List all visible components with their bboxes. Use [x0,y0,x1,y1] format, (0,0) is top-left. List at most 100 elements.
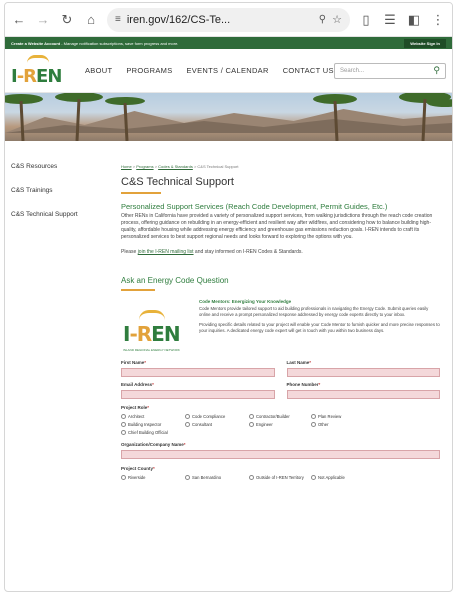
code-mentor-block: I-REN INLAND REGIONAL ENERGY NETWORK Cod… [121,299,440,352]
county-option[interactable]: San Bernardino [185,475,245,480]
media-icon[interactable]: ☰ [382,12,398,28]
radio-button[interactable] [121,475,126,480]
address-bar[interactable]: ≡ iren.gov/162/CS-Te... ⚲ ☆ [107,7,350,32]
main-nav: I-REN ABOUT PROGRAMS EVENTS / CALENDAR C… [5,49,452,93]
breadcrumb-codes-standards[interactable]: Codes & Standards [158,164,193,169]
breadcrumb-current: C&S Technical Support [197,164,239,169]
radio-button[interactable] [185,422,190,427]
mentor-paragraph-1: Code Mentors provide tailored support to… [199,306,429,317]
project-county-label: Project County* [121,466,155,471]
radio-button[interactable] [311,475,316,480]
breadcrumb-home[interactable]: Home [121,164,132,169]
name-row: First Name* Last Name* [121,360,440,377]
project-role-label: Project Role* [121,405,150,410]
iren-logo[interactable]: I-REN [11,54,73,87]
org-field[interactable] [121,450,440,459]
nav-about[interactable]: ABOUT [85,66,112,75]
ask-question-heading: Ask an Energy Code Question [121,276,229,285]
breadcrumb: Home > Programs > Codes & Standards > C&… [121,164,239,169]
logo-tagline: INLAND REGIONAL ENERGY NETWORK [123,348,180,352]
mailing-list-paragraph: Please join the I-REN mailing list and s… [121,249,303,255]
sidebar-item-cs-technical-support[interactable]: C&S Technical Support [11,211,113,218]
county-option[interactable]: Riverside [121,475,181,480]
role-option[interactable]: Architect [121,414,181,419]
phone-group: Phone Number* [286,382,440,399]
url-text: iren.gov/162/CS-Te... [126,13,231,26]
county-option[interactable]: Outside of I-REN Territory [249,475,307,480]
menu-dots-icon[interactable]: ⋮ [430,12,446,28]
phone-field[interactable] [286,390,440,399]
account-banner-text: Create a Website Account - Manage notifi… [11,40,179,46]
sidebar-nav: C&S Resources C&S Trainings C&S Technica… [5,141,113,480]
radio-button[interactable] [249,422,254,427]
last-name-label: Last Name* [286,360,312,365]
mentor-paragraph-2: Providing specific details related to yo… [199,322,440,333]
page-title: C&S Technical Support [121,176,234,188]
bookmark-star-icon[interactable]: ☆ [332,13,342,26]
first-name-group: First Name* [121,360,275,377]
account-banner: Create a Website Account - Manage notifi… [5,37,452,49]
first-name-field[interactable] [121,368,275,377]
org-label: Organization/Company Name* [121,442,186,447]
project-role-options: Architect Code Compliance Contractor/Bui… [121,414,440,435]
forward-arrow-icon[interactable]: → [35,12,51,27]
intro-paragraph: Other RENs in California have provided a… [121,213,433,240]
role-option[interactable]: Plan Review [311,414,371,419]
search-input[interactable]: Search... ⚲ [334,62,446,79]
page-content: C&S Resources C&S Trainings C&S Technica… [5,141,452,480]
role-option[interactable]: Chief Building Official [121,430,181,435]
last-name-group: Last Name* [286,360,440,377]
email-field[interactable] [121,390,275,399]
reload-icon[interactable]: ↻ [59,12,75,28]
back-arrow-icon[interactable]: ← [11,12,27,27]
role-option[interactable]: Contractor/Builder [249,414,307,419]
palm-trees-graphic [5,93,452,141]
website-signin-button[interactable]: Website Sign In [404,38,446,48]
last-name-field[interactable] [286,368,440,377]
role-option[interactable]: Consultant [185,422,245,427]
radio-button[interactable] [249,475,254,480]
browser-toolbar: ← → ↻ ⌂ ≡ iren.gov/162/CS-Te... ⚲ ☆ ▯ ☰ … [5,3,452,37]
extensions-icon[interactable]: ▯ [358,12,374,28]
logo-large-text: I-REN [123,322,181,346]
project-role-group: Project Role* Architect Code Compliance … [121,405,440,435]
breadcrumb-programs[interactable]: Programs [136,164,153,169]
role-option[interactable]: Engineer [249,422,307,427]
project-county-options: Riverside San Bernardino Outside of I-RE… [121,475,440,480]
role-option[interactable]: Other [311,422,371,427]
mentor-text: Code Mentors: Energizing Your Knowledge … [199,299,440,352]
logo-text: I-REN [11,65,62,87]
radio-button[interactable] [311,414,316,419]
mentor-heading: Code Mentors: Energizing Your Knowledge [199,299,292,304]
mailing-list-link[interactable]: join the I-REN mailing list [138,249,194,255]
first-name-label: First Name* [121,360,147,365]
search-icon[interactable]: ⚲ [433,65,440,76]
nav-programs[interactable]: PROGRAMS [126,66,172,75]
browser-window: ← → ↻ ⌂ ≡ iren.gov/162/CS-Te... ⚲ ☆ ▯ ☰ … [4,2,453,592]
search-placeholder: Search... [340,67,365,74]
nav-events-calendar[interactable]: EVENTS / CALENDAR [187,66,269,75]
role-option[interactable]: Building Inspector [121,422,181,427]
nav-contact-us[interactable]: CONTACT US [283,66,334,75]
role-option[interactable]: Code Compliance [185,414,245,419]
logo-sun-arc [27,54,49,63]
radio-button[interactable] [311,422,316,427]
radio-button[interactable] [121,414,126,419]
radio-button[interactable] [121,422,126,427]
ask-heading-underline [121,289,155,291]
title-underline [121,192,161,194]
radio-button[interactable] [185,414,190,419]
iren-logo-large: I-REN INLAND REGIONAL ENERGY NETWORK [121,308,191,352]
site-info-icon[interactable]: ≡ [115,14,121,25]
radio-button[interactable] [121,430,126,435]
radio-button[interactable] [249,414,254,419]
county-option[interactable]: Not Applicable [311,475,371,480]
zoom-icon[interactable]: ⚲ [319,14,326,25]
phone-label: Phone Number* [286,382,321,387]
sidebar-item-cs-trainings[interactable]: C&S Trainings [11,187,113,194]
sidepanel-icon[interactable]: ◧ [406,12,422,28]
home-icon[interactable]: ⌂ [83,12,99,27]
sidebar-item-cs-resources[interactable]: C&S Resources [11,163,113,170]
email-label: Email Address* [121,382,154,387]
radio-button[interactable] [185,475,190,480]
